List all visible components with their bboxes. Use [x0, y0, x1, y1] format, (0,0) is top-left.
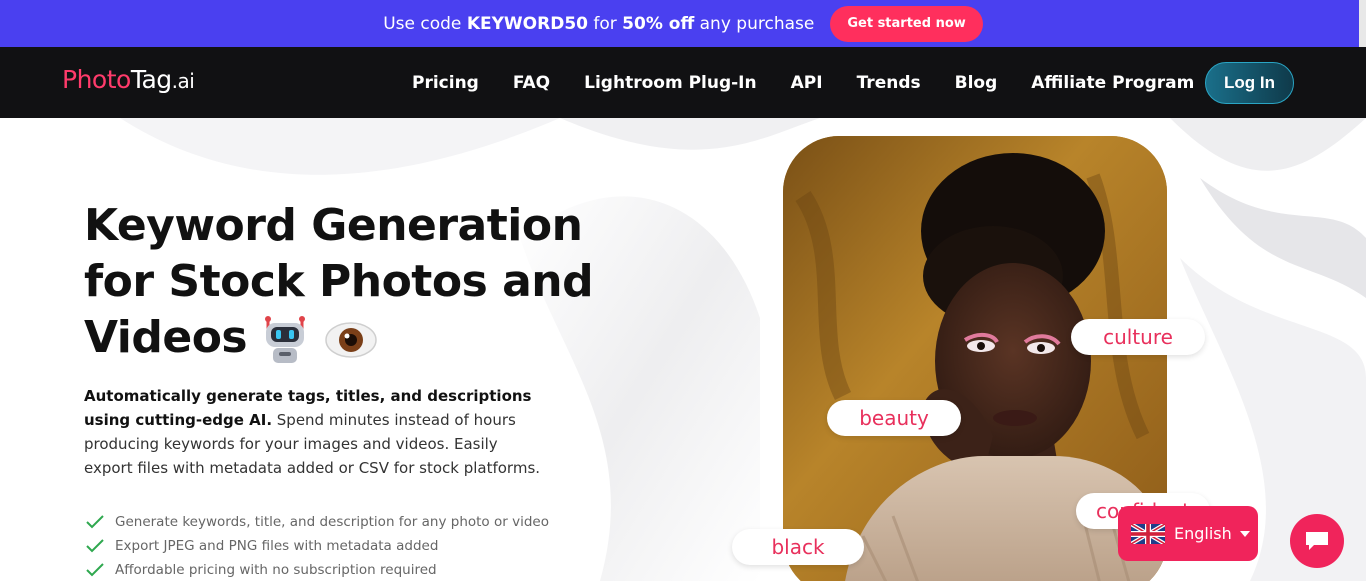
feature-text: Export JPEG and PNG files with metadata …	[115, 538, 439, 554]
logo[interactable]: PhotoTag.ai	[62, 65, 195, 94]
nav-link-trends[interactable]: Trends	[857, 73, 921, 93]
photo-tag-black: black	[732, 529, 864, 565]
nav-links: Pricing FAQ Lightroom Plug-In API Trends…	[412, 47, 1211, 118]
nav-link-pricing[interactable]: Pricing	[412, 73, 479, 93]
hero-description: Automatically generate tags, titles, and…	[84, 384, 544, 480]
feature-text: Affordable pricing with no subscription …	[115, 562, 437, 578]
promo-bar: Use code KEYWORD50 for 50% off any purch…	[0, 0, 1366, 47]
language-label: English	[1174, 524, 1232, 543]
scrollbar-track[interactable]	[1359, 0, 1366, 47]
language-selector[interactable]: English	[1118, 506, 1258, 561]
top-navigation: PhotoTag.ai Pricing FAQ Lightroom Plug-I…	[0, 47, 1366, 118]
check-icon	[86, 539, 104, 553]
headline-emojis	[261, 315, 377, 365]
uk-flag-icon	[1131, 523, 1165, 544]
promo-code: KEYWORD50	[466, 13, 588, 34]
check-icon	[86, 563, 104, 577]
chat-button[interactable]	[1290, 514, 1344, 568]
chevron-down-icon	[1239, 530, 1250, 537]
photo-tag-culture: culture	[1071, 319, 1205, 355]
nav-link-affiliate-program[interactable]: Affiliate Program	[1031, 73, 1194, 93]
logo-ai-text: .ai	[171, 69, 195, 93]
robot-icon	[265, 316, 306, 363]
promo-discount: 50% off	[622, 13, 695, 34]
feature-text: Generate keywords, title, and descriptio…	[115, 514, 549, 530]
hero-headline: Keyword Generation for Stock Photos and …	[84, 198, 604, 366]
promo-text: Use code KEYWORD50 for 50% off any purch…	[383, 13, 815, 34]
nav-link-faq[interactable]: FAQ	[513, 73, 550, 93]
list-item: Generate keywords, title, and descriptio…	[86, 510, 549, 534]
feature-list: Generate keywords, title, and descriptio…	[86, 510, 549, 581]
list-item: Affordable pricing with no subscription …	[86, 558, 549, 581]
logo-photo-text: Photo	[62, 65, 131, 94]
chat-icon	[1306, 532, 1328, 550]
logo-tag-text: Tag	[130, 65, 172, 94]
nav-link-lightroom-plugin[interactable]: Lightroom Plug-In	[584, 73, 756, 93]
photo-tag-beauty: beauty	[827, 400, 961, 436]
list-item: Export JPEG and PNG files with metadata …	[86, 534, 549, 558]
nav-link-blog[interactable]: Blog	[955, 73, 998, 93]
eye-icon	[325, 322, 377, 358]
login-button[interactable]: Log In	[1205, 62, 1294, 104]
get-started-button[interactable]: Get started now	[830, 5, 983, 42]
nav-link-api[interactable]: API	[791, 73, 823, 93]
check-icon	[86, 515, 104, 529]
